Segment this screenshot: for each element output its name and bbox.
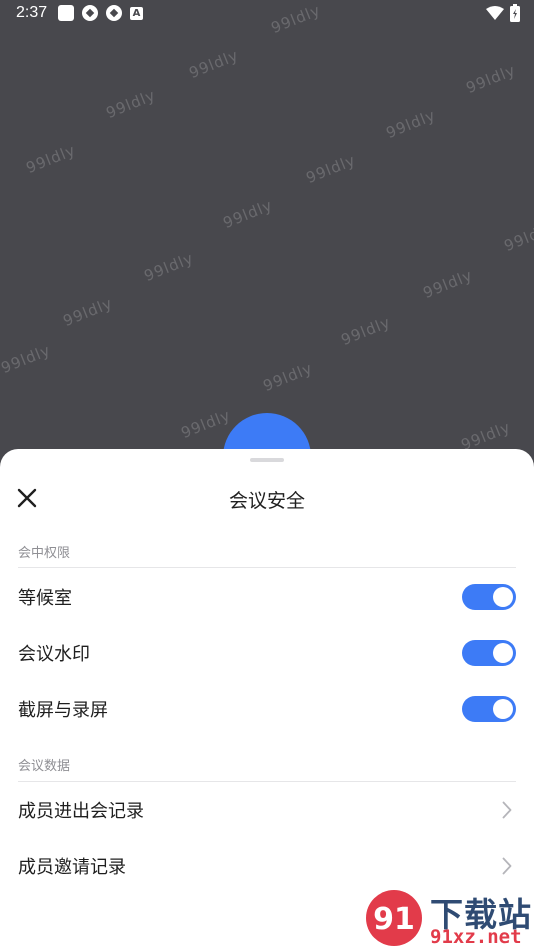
app-square-icon bbox=[58, 5, 74, 21]
row-waiting-room: 等候室 bbox=[0, 570, 534, 624]
row-label: 会议水印 bbox=[18, 644, 90, 665]
system-icons bbox=[486, 4, 520, 22]
notification-icons: A bbox=[58, 5, 143, 21]
site-logo: 91 下载站 91xz.net bbox=[364, 886, 534, 950]
watermark: 99ldly bbox=[383, 105, 439, 143]
row-meeting-watermark: 会议水印 bbox=[0, 626, 534, 680]
logo-url-text: 91xz.net bbox=[430, 926, 522, 948]
watermark: 99ldly bbox=[463, 60, 519, 98]
row-label: 等候室 bbox=[18, 588, 72, 609]
waiting-room-toggle[interactable] bbox=[462, 584, 516, 610]
status-bar: 2:37 A bbox=[0, 0, 534, 28]
divider bbox=[18, 781, 516, 782]
meeting-security-sheet: 会议安全 会中权限 等候室 会议水印 截屏与录屏 会议数据 成员进出会记录 成员… bbox=[0, 449, 534, 950]
row-member-invite-records[interactable]: 成员邀请记录 bbox=[0, 839, 534, 893]
wifi-icon bbox=[486, 6, 504, 20]
divider bbox=[18, 567, 516, 568]
watermark: 99ldly bbox=[420, 265, 476, 303]
watermark: 99ldly bbox=[303, 150, 359, 188]
watermark: 99ldly bbox=[103, 85, 159, 123]
watermark: 99ldly bbox=[186, 45, 242, 83]
logo-badge-text: 91 bbox=[373, 902, 415, 937]
row-member-join-leave-records[interactable]: 成员进出会记录 bbox=[0, 783, 534, 837]
sheet-title: 会议安全 bbox=[228, 490, 305, 512]
watermark: 99ldly bbox=[60, 293, 116, 331]
sync-icon bbox=[106, 5, 122, 21]
section-label-meeting-data: 会议数据 bbox=[18, 759, 71, 774]
watermark: 99ldly bbox=[0, 340, 54, 378]
watermark: 99ldly bbox=[338, 312, 394, 350]
screenshot-recording-toggle[interactable] bbox=[462, 696, 516, 722]
row-screenshot-recording: 截屏与录屏 bbox=[0, 682, 534, 736]
toggle-knob bbox=[493, 643, 513, 663]
watermark: 99ldly bbox=[141, 248, 197, 286]
meeting-watermark-toggle[interactable] bbox=[462, 640, 516, 666]
row-label: 成员进出会记录 bbox=[18, 801, 144, 822]
toggle-knob bbox=[493, 587, 513, 607]
watermark: 99ldly bbox=[501, 218, 534, 256]
watermark: 99ldly bbox=[23, 140, 79, 178]
watermark: 99ldly bbox=[178, 405, 234, 443]
watermark: 99ldly bbox=[220, 195, 276, 233]
sync-icon bbox=[82, 5, 98, 21]
logo-badge-icon: 91 bbox=[366, 890, 422, 946]
chevron-right-icon bbox=[502, 801, 512, 819]
section-label-in-meeting-permissions: 会中权限 bbox=[18, 546, 71, 561]
battery-charging-icon bbox=[510, 4, 520, 22]
watermark: 99ldly bbox=[260, 358, 316, 396]
a-letter-icon: A bbox=[130, 6, 143, 20]
row-label: 成员邀请记录 bbox=[18, 857, 126, 878]
drag-handle[interactable] bbox=[250, 458, 284, 462]
status-time: 2:37 bbox=[16, 4, 48, 21]
toggle-knob bbox=[493, 699, 513, 719]
row-label: 截屏与录屏 bbox=[18, 700, 108, 721]
chevron-right-icon bbox=[502, 857, 512, 875]
